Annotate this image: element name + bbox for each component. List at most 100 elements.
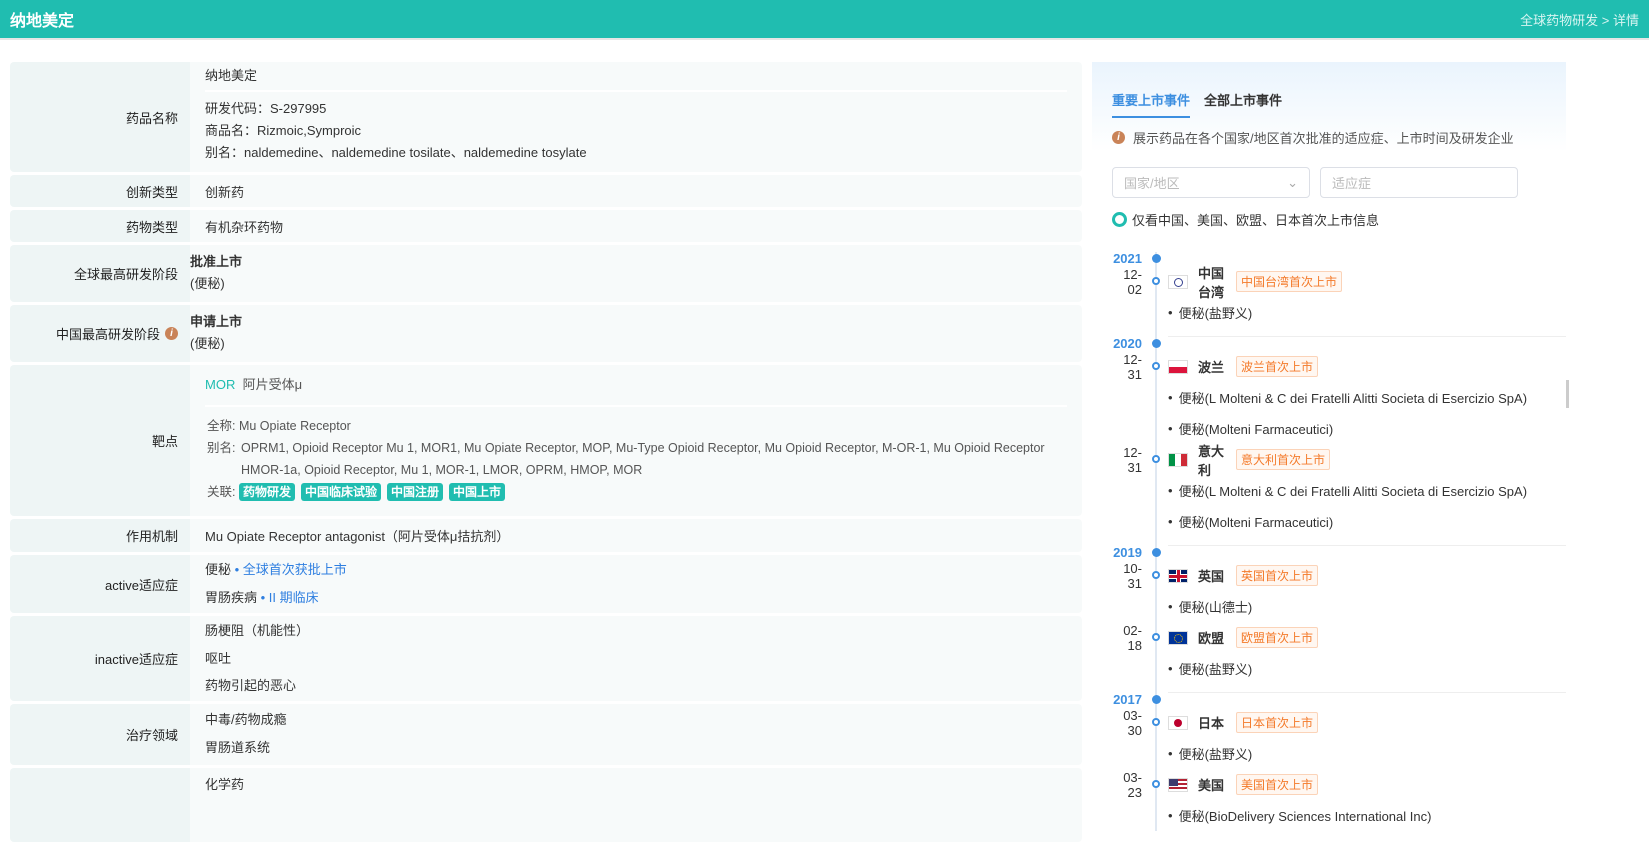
event-indication: 便秘(山德士) bbox=[1112, 591, 1546, 622]
chevron-down-icon: ⌄ bbox=[1287, 174, 1298, 190]
event-date: 10-31 bbox=[1123, 560, 1142, 591]
event-date: 12-02 bbox=[1123, 266, 1142, 297]
target-symbol-link[interactable]: MOR bbox=[205, 377, 235, 392]
launch-event: 10-31 英国 英国首次上市 bbox=[1112, 560, 1546, 591]
flag-pl-icon bbox=[1168, 359, 1188, 374]
timeline-dot bbox=[1152, 718, 1160, 726]
therapy-item: 中毒/药物成瘾 bbox=[205, 712, 287, 727]
event-indication: 便秘(盐野义) bbox=[1112, 653, 1546, 684]
event-indication: 便秘(盐野义) bbox=[1112, 738, 1546, 769]
first-launch-badge: 日本首次上市 bbox=[1236, 712, 1319, 733]
year-divider bbox=[1168, 336, 1566, 337]
row-label bbox=[10, 768, 190, 842]
drug-code: 研发代码：S-297995 bbox=[205, 101, 327, 116]
row-value: 创新药 bbox=[190, 175, 1082, 207]
timeline-dot bbox=[1152, 780, 1160, 788]
country-name: 欧盟 bbox=[1198, 631, 1225, 646]
row-global-stage: 全球最高研发阶段 批准上市 (便秘) bbox=[10, 245, 1082, 302]
row-label: 药物类型 bbox=[10, 210, 190, 242]
info-icon[interactable]: i bbox=[165, 327, 178, 340]
row-label: active适应症 bbox=[10, 555, 190, 613]
launch-events-panel: 重要上市事件 全部上市事件 i 展示药品在各个国家/地区首次批准的适应症、上市时间… bbox=[1092, 62, 1566, 847]
flag-us-icon bbox=[1168, 777, 1188, 792]
row-label: 全球最高研发阶段 bbox=[10, 245, 190, 302]
row-mechanism: 作用机制 Mu Opiate Receptor antagonist（阿片受体μ… bbox=[10, 519, 1082, 552]
launch-event: 03-30 日本 日本首次上市 bbox=[1112, 707, 1546, 738]
row-label: 创新类型 bbox=[10, 175, 190, 207]
first-launch-badge: 美国首次上市 bbox=[1236, 774, 1319, 795]
breadcrumb[interactable]: 全球药物研发 > 详情 bbox=[1520, 10, 1639, 29]
timeline-year: 2017 bbox=[1113, 692, 1161, 707]
first-launch-badge: 欧盟首次上市 bbox=[1236, 627, 1319, 648]
indication-input[interactable]: 适应症 bbox=[1320, 167, 1518, 198]
first-launch-badge: 意大利首次上市 bbox=[1236, 449, 1331, 470]
fullname-label: 全称: bbox=[207, 419, 236, 433]
info-icon: i bbox=[1112, 131, 1125, 144]
row-label: 药品名称 bbox=[10, 62, 190, 172]
drug-info-table: 药品名称 纳地美定 研发代码：S-297995 商品名：Rizmoic,Symp… bbox=[10, 62, 1082, 842]
stage-indication: (便秘) bbox=[190, 276, 225, 291]
event-date: 02-18 bbox=[1123, 622, 1142, 653]
event-indication: 便秘(盐野义) bbox=[1112, 297, 1546, 328]
related-tag[interactable]: 中国注册 bbox=[387, 483, 444, 501]
target-name: 阿片受体μ bbox=[242, 377, 303, 392]
trade-name: 商品名：Rizmoic,Symproic bbox=[205, 123, 362, 138]
alias-label: 别名: bbox=[207, 441, 236, 455]
country-placeholder: 国家/地区 bbox=[1124, 176, 1180, 191]
tab-all-events[interactable]: 全部上市事件 bbox=[1204, 90, 1282, 118]
indication-item: 肠梗阻（机能性） bbox=[205, 623, 310, 638]
target-fullname: Mu Opiate Receptor bbox=[238, 419, 351, 433]
related-tag[interactable]: 中国上市 bbox=[449, 483, 506, 501]
country-name: 波兰 bbox=[1198, 360, 1225, 375]
stage-indication: (便秘) bbox=[190, 336, 225, 351]
therapy-item: 胃肠道系统 bbox=[205, 740, 271, 755]
indication-name: 胃肠疾病 bbox=[205, 590, 258, 605]
row-drug-name: 药品名称 纳地美定 研发代码：S-297995 商品名：Rizmoic,Symp… bbox=[10, 62, 1082, 172]
launch-event: 03-23 美国 美国首次上市 bbox=[1112, 769, 1546, 800]
timeline: 202112-02中国台湾中国台湾首次上市便秘(盐野义)202012-31波兰波… bbox=[1112, 252, 1566, 831]
country-select[interactable]: 国家/地区 ⌄ bbox=[1112, 167, 1310, 198]
flag-it-icon bbox=[1168, 452, 1188, 467]
event-indication: 便秘(L Molteni & C dei Fratelli Alitti Soc… bbox=[1112, 382, 1546, 413]
indication-item: 呕吐 bbox=[205, 650, 232, 666]
event-indication: 便秘(BioDelivery Sciences International In… bbox=[1112, 800, 1546, 831]
stage-value: 批准上市 bbox=[190, 254, 243, 269]
event-indication: 便秘(Molteni Farmaceutici) bbox=[1112, 413, 1546, 444]
indication-item: 药物引起的恶心 bbox=[205, 678, 297, 693]
timeline-dot bbox=[1152, 633, 1160, 641]
drug-alias: 别名：naldemedine、naldemedine tosilate、nald… bbox=[205, 145, 587, 160]
flag-jp-icon bbox=[1168, 715, 1188, 730]
indication-status-link[interactable]: • II 期临床 bbox=[261, 590, 319, 605]
panel-note: 展示药品在各个国家/地区首次批准的适应症、上市时间及研发企业 bbox=[1133, 131, 1514, 146]
flag-eu-icon bbox=[1168, 630, 1188, 645]
related-tag[interactable]: 药物研发 bbox=[238, 483, 295, 501]
row-target: 靶点 MOR 阿片受体μ 全称: Mu Opiate Receptor 别名: O… bbox=[10, 365, 1082, 516]
row-drug-category: 化学药 bbox=[10, 768, 1082, 842]
target-alias: OPRM1, Opioid Receptor Mu 1, MOR1, Mu Op… bbox=[241, 441, 1045, 455]
row-value: 有机杂环药物 bbox=[190, 210, 1082, 242]
radio-icon[interactable] bbox=[1112, 211, 1127, 227]
row-value: Mu Opiate Receptor antagonist（阿片受体μ拮抗剂） bbox=[190, 519, 1082, 552]
scrollbar[interactable] bbox=[1566, 380, 1569, 408]
row-active-indications: active适应症 便秘 • 全球首次获批上市 胃肠疾病 • II 期临床 bbox=[10, 555, 1082, 613]
row-china-stage: 中国最高研发阶段 i 申请上市 (便秘) bbox=[10, 305, 1082, 362]
year-divider bbox=[1168, 692, 1566, 693]
indication-status-link[interactable]: • 全球首次获批上市 bbox=[235, 562, 347, 577]
only-major-markets-toggle[interactable]: 仅看中国、美国、欧盟、日本首次上市信息 bbox=[1112, 210, 1546, 228]
launch-event: 12-31 意大利 意大利首次上市 bbox=[1112, 444, 1546, 478]
timeline-dot bbox=[1152, 277, 1160, 285]
launch-event: 02-18 欧盟 欧盟首次上市 bbox=[1112, 622, 1546, 653]
country-name: 意大利 bbox=[1198, 443, 1225, 478]
country-name: 中国台湾 bbox=[1198, 265, 1225, 300]
year-divider bbox=[1168, 545, 1566, 546]
drug-cn-name: 纳地美定 bbox=[205, 62, 1067, 92]
row-inactive-indications: inactive适应症 肠梗阻（机能性） 呕吐 药物引起的恶心 bbox=[10, 616, 1082, 701]
indication-placeholder: 适应症 bbox=[1332, 176, 1372, 191]
related-tag[interactable]: 中国临床试验 bbox=[300, 483, 381, 501]
tab-important-events[interactable]: 重要上市事件 bbox=[1112, 90, 1191, 118]
country-name: 日本 bbox=[1198, 716, 1225, 731]
country-name: 美国 bbox=[1198, 778, 1225, 793]
row-label: inactive适应症 bbox=[10, 616, 190, 701]
target-alias-cont: HMOR-1a, Opioid Receptor, Mu 1, MOR-1, L… bbox=[241, 463, 643, 477]
row-label: 作用机制 bbox=[10, 519, 190, 552]
